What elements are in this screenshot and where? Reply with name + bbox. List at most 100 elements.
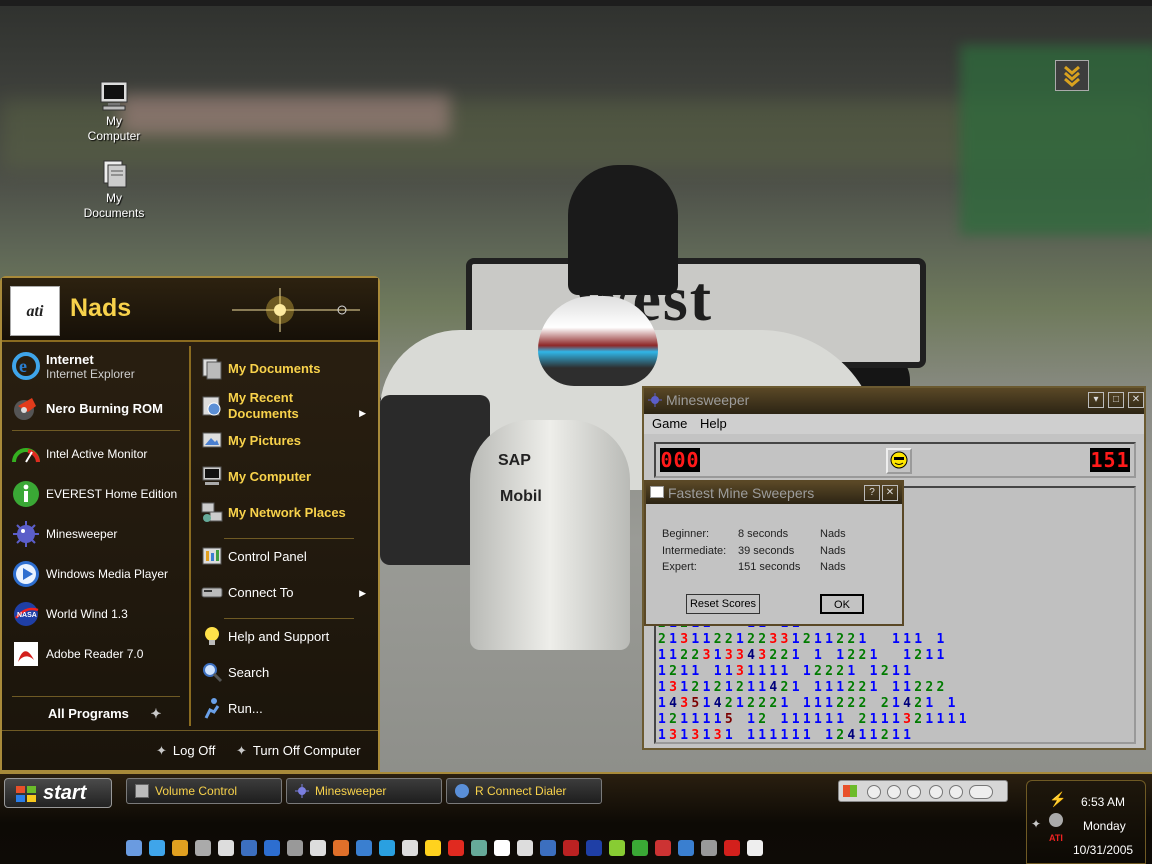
minefield-cell[interactable]: 1	[691, 632, 702, 647]
task-r-connect-dialer[interactable]: R Connect Dialer	[446, 778, 602, 804]
minefield-cell[interactable]: 1	[836, 648, 847, 663]
minefield-cell[interactable]	[892, 648, 903, 663]
minefield-cell[interactable]: 4	[847, 728, 858, 742]
minefield-cell[interactable]	[736, 728, 747, 742]
task-minesweeper[interactable]: Minesweeper	[286, 778, 442, 804]
minefield-cell[interactable]: 1	[758, 664, 769, 679]
minefield-cell[interactable]: 4	[714, 696, 725, 711]
start-item-my-network-places[interactable]: My Network Places	[200, 500, 346, 524]
media-icon[interactable]	[264, 840, 280, 856]
minefield-cell[interactable]: 3	[669, 680, 680, 695]
minefield-cell[interactable]: 1	[814, 680, 825, 695]
avatar[interactable]: ati	[10, 286, 60, 336]
eye-icon[interactable]	[540, 840, 556, 856]
minefield-cell[interactable]: 4	[669, 696, 680, 711]
minefield-cell[interactable]: 3	[669, 728, 680, 742]
stop-icon[interactable]	[907, 785, 921, 799]
start-item-nero[interactable]: Nero Burning ROM	[10, 392, 163, 424]
start-item-search[interactable]: Search	[200, 660, 269, 684]
minefield-cell[interactable]: 1	[892, 728, 903, 742]
minefield-cell[interactable]: 1	[658, 712, 669, 727]
link-icon[interactable]	[609, 840, 625, 856]
minefield-cell[interactable]: 2	[747, 696, 758, 711]
minefield-cell[interactable]: 2	[669, 712, 680, 727]
next-icon[interactable]	[949, 785, 963, 799]
minefield-cell[interactable]: 3	[714, 728, 725, 742]
minefield-cell[interactable]: 1	[658, 648, 669, 663]
info-icon[interactable]	[632, 840, 648, 856]
minefield-cell[interactable]: 1	[937, 648, 948, 663]
minefield-cell[interactable]: 1	[892, 664, 903, 679]
minefield-cell[interactable]	[881, 680, 892, 695]
minefield-cell[interactable]: 1	[747, 664, 758, 679]
minefield-cell[interactable]: 1	[836, 712, 847, 727]
minefield-cell[interactable]: 2	[859, 712, 870, 727]
minefield-cell[interactable]: 1	[870, 728, 881, 742]
minefield-cell[interactable]: 3	[680, 632, 691, 647]
start-item-world-wind[interactable]: NASA World Wind 1.3	[10, 598, 128, 630]
help-button[interactable]: ?	[864, 485, 880, 501]
minefield-cell[interactable]: 1	[769, 728, 780, 742]
minefield-cell[interactable]: 3	[903, 712, 914, 727]
satellite-icon[interactable]	[701, 840, 717, 856]
desktop-icon-my-computer[interactable]: My Computer	[74, 80, 154, 144]
minefield-cell[interactable]: 1	[792, 680, 803, 695]
minefield-cell[interactable]	[769, 712, 780, 727]
minefield-cell[interactable]	[881, 648, 892, 663]
minefield-cell[interactable]: 2	[914, 712, 925, 727]
minefield-cell[interactable]: 2	[714, 680, 725, 695]
minefield-row[interactable]: 2131122122331211221 111 1	[658, 632, 948, 648]
minefield-cell[interactable]: 1	[658, 680, 669, 695]
minefield-cell[interactable]: 2	[691, 680, 702, 695]
minefield-cell[interactable]: 1	[903, 632, 914, 647]
minefield-cell[interactable]: 3	[725, 648, 736, 663]
pause-icon[interactable]	[887, 785, 901, 799]
clock-time[interactable]: 6:53 AM	[1081, 795, 1125, 809]
minefield-cell[interactable]: 2	[836, 696, 847, 711]
menu-help[interactable]: Help	[700, 416, 727, 431]
minefield-cell[interactable]: 2	[758, 632, 769, 647]
maximize-button[interactable]: □	[1108, 392, 1124, 408]
volume-icon[interactable]	[969, 785, 993, 799]
minefield-cell[interactable]: 1	[703, 632, 714, 647]
collapse-chevron-button[interactable]	[1055, 60, 1089, 91]
minefield-cell[interactable]: 1	[669, 648, 680, 663]
minefield-cell[interactable]: 1	[892, 632, 903, 647]
minefield-cell[interactable]	[870, 696, 881, 711]
minefield-cell[interactable]: 2	[859, 648, 870, 663]
minefield-cell[interactable]: 3	[736, 664, 747, 679]
minefield-cell[interactable]: 2	[680, 648, 691, 663]
bs-icon[interactable]	[241, 840, 257, 856]
task-volume-control[interactable]: Volume Control	[126, 778, 282, 804]
minefield-row[interactable]: 1312121211421 111221 11222	[658, 680, 948, 696]
chart-icon[interactable]	[678, 840, 694, 856]
minefield-cell[interactable]: 4	[769, 680, 780, 695]
minesweeper-titlebar[interactable]: Minesweeper ▾ □ ✕	[644, 388, 1144, 414]
minefield-cell[interactable]: 2	[669, 664, 680, 679]
ie-icon[interactable]	[149, 840, 165, 856]
minefield-cell[interactable]: 1	[825, 696, 836, 711]
minefield-cell[interactable]: 1	[736, 632, 747, 647]
bird-icon[interactable]	[471, 840, 487, 856]
minefield-cell[interactable]: 1	[658, 696, 669, 711]
start-item-minesweeper[interactable]: Minesweeper	[10, 518, 117, 550]
minefield-cell[interactable]	[736, 712, 747, 727]
desktop-icon-my-documents[interactable]: My Documents	[74, 157, 154, 221]
note-icon[interactable]	[747, 840, 763, 856]
desktop-icon[interactable]	[126, 840, 142, 856]
minefield-cell[interactable]: 1	[703, 696, 714, 711]
minefield-cell[interactable]: 1	[725, 664, 736, 679]
start-item-adobe-reader[interactable]: Adobe Reader 7.0	[10, 638, 143, 670]
minefield-cell[interactable]: 1	[836, 680, 847, 695]
start-item-internet[interactable]: e Internet Internet Explorer	[10, 350, 135, 382]
minefield-cell[interactable]: 2	[847, 696, 858, 711]
minefield-cell[interactable]: 1	[870, 680, 881, 695]
minefield-cell[interactable]: 1	[914, 632, 925, 647]
minefield-cell[interactable]: 1	[948, 696, 959, 711]
minefield-cell[interactable]	[703, 664, 714, 679]
minefield-cell[interactable]	[803, 648, 814, 663]
minefield-cell[interactable]: 1	[925, 712, 936, 727]
minefield-cell[interactable]: 1	[903, 664, 914, 679]
minefield-cell[interactable]: 1	[747, 728, 758, 742]
start-item-run[interactable]: Run...	[200, 696, 263, 720]
